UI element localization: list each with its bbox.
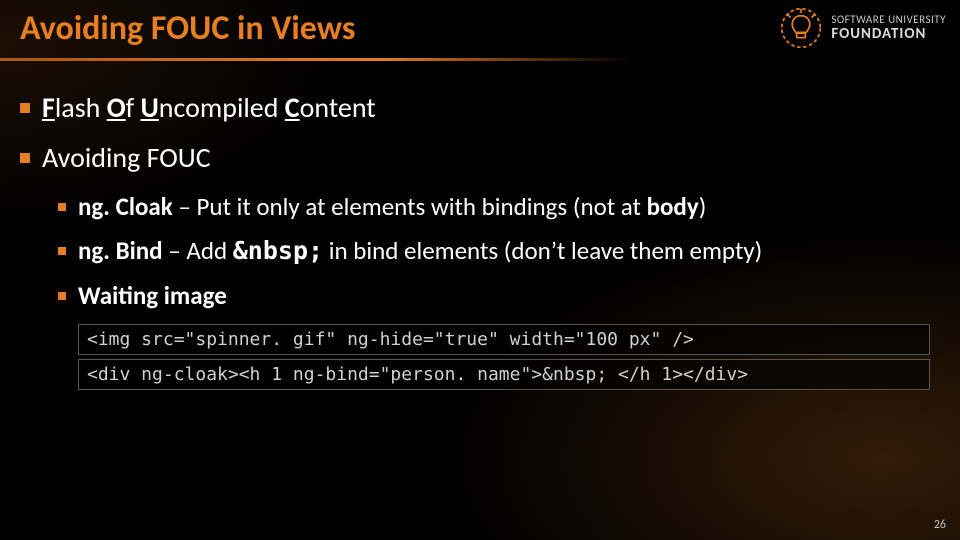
subbullet-ngcloak: ng. Cloak – Put it only at elements with… bbox=[58, 191, 940, 224]
bullet-text: Avoiding FOUC bbox=[42, 140, 211, 176]
page-number: 26 bbox=[934, 518, 946, 532]
slide-title: Avoiding FOUC in Views bbox=[20, 8, 355, 49]
bullet-text: Waiting image bbox=[78, 280, 227, 313]
slide: Avoiding FOUC in Views SOFTWARE UNIVERSI… bbox=[0, 0, 960, 540]
subbullet-ngbind: ng. Bind – Add &nbsp; in bind elements (… bbox=[58, 235, 940, 268]
bullet-icon bbox=[58, 203, 66, 211]
brand-text: SOFTWARE UNIVERSITY FOUNDATION bbox=[831, 14, 946, 43]
bullet-icon bbox=[20, 103, 30, 113]
brand-line-1: SOFTWARE UNIVERSITY bbox=[831, 14, 946, 26]
bullet-icon bbox=[58, 292, 66, 300]
brand-logo: SOFTWARE UNIVERSITY FOUNDATION bbox=[779, 6, 946, 50]
bullet-text: ng. Bind – Add &nbsp; in bind elements (… bbox=[78, 235, 762, 268]
bullet-icon bbox=[58, 247, 66, 255]
bullet-fouc-acronym: Flash Of Uncompiled Content bbox=[20, 90, 940, 126]
bullet-icon bbox=[20, 153, 30, 163]
content-area: Flash Of Uncompiled Content Avoiding FOU… bbox=[20, 90, 940, 394]
title-underline bbox=[0, 58, 634, 61]
bullet-avoiding-fouc: Avoiding FOUC bbox=[20, 140, 940, 176]
bullet-text: Flash Of Uncompiled Content bbox=[42, 90, 376, 126]
subbullet-waiting-image: Waiting image bbox=[58, 280, 940, 313]
code-block: <img src="spinner. gif" ng-hide="true" w… bbox=[78, 324, 930, 390]
code-line-2: <div ng-cloak><h 1 ng-bind="person. name… bbox=[78, 359, 930, 390]
code-line-1: <img src="spinner. gif" ng-hide="true" w… bbox=[78, 324, 930, 355]
lightbulb-icon bbox=[779, 6, 823, 50]
bullet-text: ng. Cloak – Put it only at elements with… bbox=[78, 191, 706, 224]
brand-line-2: FOUNDATION bbox=[831, 26, 946, 43]
